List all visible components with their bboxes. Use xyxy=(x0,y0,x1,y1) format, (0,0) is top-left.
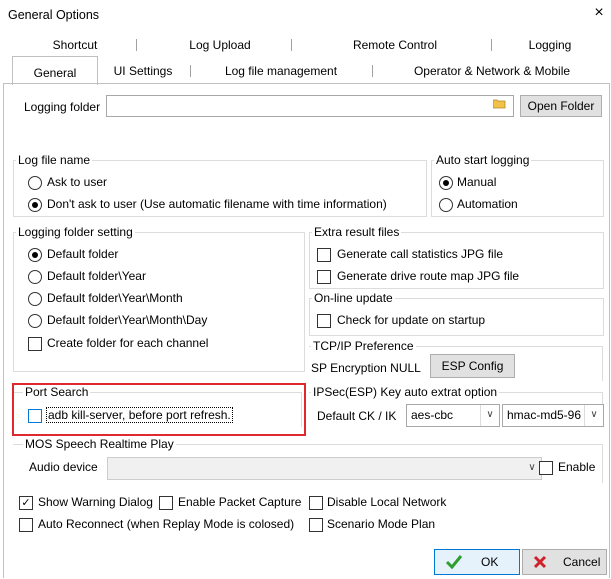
tcpip-group: TCP/IP Preference SP Encryption NULL ESP… xyxy=(309,339,603,381)
tab-separator xyxy=(491,39,492,51)
audio-device-label: Audio device xyxy=(29,460,98,474)
ipsec-group: IPSec(ESP) Key auto extrat option Defaul… xyxy=(309,385,604,427)
call-statistics-checkbox[interactable] xyxy=(317,248,331,262)
log-file-name-group: Log file name Ask to user Don't ask to u… xyxy=(13,153,427,217)
radio-folder-year[interactable] xyxy=(28,270,42,284)
ik-select[interactable]: hmac-md5-96 ∨ xyxy=(502,404,604,427)
radio-automation[interactable] xyxy=(439,198,453,212)
logging-folder-label: Logging folder xyxy=(24,100,101,114)
window-title: General Options xyxy=(8,8,100,22)
enable-checkbox[interactable] xyxy=(539,461,553,475)
tab-shortcut[interactable]: Shortcut xyxy=(20,34,130,56)
ik-select-value: hmac-md5-96 xyxy=(507,408,582,422)
radio-automation-label: Automation xyxy=(457,197,518,211)
radio-dont-ask-user[interactable] xyxy=(28,198,42,212)
tab-row-bottom: General UI Settings Log file management … xyxy=(0,56,611,85)
radio-dont-ask-user-label: Don't ask to user (Use automatic filenam… xyxy=(47,197,387,211)
audio-device-select[interactable]: ∨ xyxy=(107,457,542,480)
ok-button[interactable]: OK xyxy=(434,549,520,575)
show-warning-checkbox[interactable]: ✓ xyxy=(19,496,33,510)
radio-folder-year-month[interactable] xyxy=(28,292,42,306)
radio-folder-year-month-day[interactable] xyxy=(28,314,42,328)
extra-result-title: Extra result files xyxy=(312,225,402,239)
tab-log-file-management[interactable]: Log file management xyxy=(196,60,366,82)
radio-manual[interactable] xyxy=(439,176,453,190)
check-update-label: Check for update on startup xyxy=(337,313,486,327)
ck-select-value: aes-cbc xyxy=(411,408,454,422)
tab-separator xyxy=(190,65,191,77)
radio-ask-user-label: Ask to user xyxy=(47,175,108,189)
chevron-down-icon: ∨ xyxy=(480,405,499,426)
check-update-checkbox[interactable] xyxy=(317,314,331,328)
extra-result-group: Extra result files Generate call statist… xyxy=(309,225,604,289)
auto-reconnect-checkbox[interactable] xyxy=(19,518,33,532)
radio-default-folder-label: Default folder xyxy=(47,247,119,261)
cancel-button[interactable]: Cancel xyxy=(522,549,607,575)
show-warning-label: Show Warning Dialog xyxy=(38,495,153,509)
auto-start-group: Auto start logging Manual Automation xyxy=(431,153,604,217)
packet-capture-label: Enable Packet Capture xyxy=(178,495,302,509)
drive-route-label: Generate drive route map JPG file xyxy=(337,269,520,283)
folder-setting-title: Logging folder setting xyxy=(16,225,135,239)
radio-default-folder[interactable] xyxy=(28,248,42,262)
sp-encryption-label: SP Encryption NULL xyxy=(311,361,421,375)
check-icon xyxy=(445,554,463,573)
cancel-label: Cancel xyxy=(563,555,601,569)
online-update-title: On-line update xyxy=(312,291,395,305)
auto-start-title: Auto start logging xyxy=(434,153,532,167)
mos-group: MOS Speech Realtime Play Audio device ∨ … xyxy=(13,437,603,483)
scenario-mode-checkbox[interactable] xyxy=(309,518,323,532)
title-bar: General Options × xyxy=(0,0,611,32)
packet-capture-checkbox[interactable] xyxy=(159,496,173,510)
close-icon[interactable]: × xyxy=(590,4,608,22)
radio-folder-year-month-label: Default folder\Year\Month xyxy=(47,291,183,305)
call-statistics-label: Generate call statistics JPG file xyxy=(337,247,504,261)
open-folder-button[interactable]: Open Folder xyxy=(520,95,602,117)
ipsec-title: IPSec(ESP) Key auto extrat option xyxy=(311,385,500,399)
enable-label: Enable xyxy=(558,460,596,474)
ok-label: OK xyxy=(481,555,499,569)
radio-manual-label: Manual xyxy=(457,175,497,189)
radio-folder-year-month-day-label: Default folder\Year\Month\Day xyxy=(47,313,208,327)
ck-select[interactable]: aes-cbc ∨ xyxy=(406,404,500,427)
highlight-box xyxy=(12,383,306,436)
tab-general[interactable]: General xyxy=(12,56,98,85)
create-folder-label: Create folder for each channel xyxy=(47,336,209,350)
scenario-mode-label: Scenario Mode Plan xyxy=(327,517,436,531)
drive-route-checkbox[interactable] xyxy=(317,270,331,284)
tab-remote-control[interactable]: Remote Control xyxy=(300,34,490,56)
chevron-down-icon: ∨ xyxy=(584,405,603,426)
disable-local-network-checkbox[interactable] xyxy=(309,496,323,510)
radio-ask-user[interactable] xyxy=(28,176,42,190)
folder-setting-group: Logging folder setting Default folder De… xyxy=(13,225,305,372)
esp-config-button[interactable]: ESP Config xyxy=(430,354,515,378)
folder-icon[interactable] xyxy=(492,98,506,109)
tab-separator xyxy=(291,39,292,51)
tcpip-title: TCP/IP Preference xyxy=(311,339,416,353)
default-ck-ik-label: Default CK / IK xyxy=(317,409,397,423)
mos-title: MOS Speech Realtime Play xyxy=(23,437,176,451)
disable-local-network-label: Disable Local Network xyxy=(327,495,447,509)
tab-separator xyxy=(372,65,373,77)
online-update-group: On-line update Check for update on start… xyxy=(309,291,604,336)
tab-log-upload[interactable]: Log Upload xyxy=(150,34,290,56)
radio-folder-year-label: Default folder\Year xyxy=(47,269,146,283)
tab-logging[interactable]: Logging xyxy=(495,34,605,56)
x-icon xyxy=(533,555,547,572)
tab-ui-settings[interactable]: UI Settings xyxy=(100,60,186,82)
create-folder-checkbox[interactable] xyxy=(28,337,42,351)
tab-separator xyxy=(136,39,137,51)
auto-reconnect-label: Auto Reconnect (when Replay Mode is colo… xyxy=(38,517,295,531)
tab-row-top: Shortcut Log Upload Remote Control Loggi… xyxy=(0,34,611,56)
log-file-name-title: Log file name xyxy=(16,153,93,167)
tab-operator-network-mobile[interactable]: Operator & Network & Mobile xyxy=(378,60,606,82)
logging-folder-input[interactable] xyxy=(106,95,514,117)
